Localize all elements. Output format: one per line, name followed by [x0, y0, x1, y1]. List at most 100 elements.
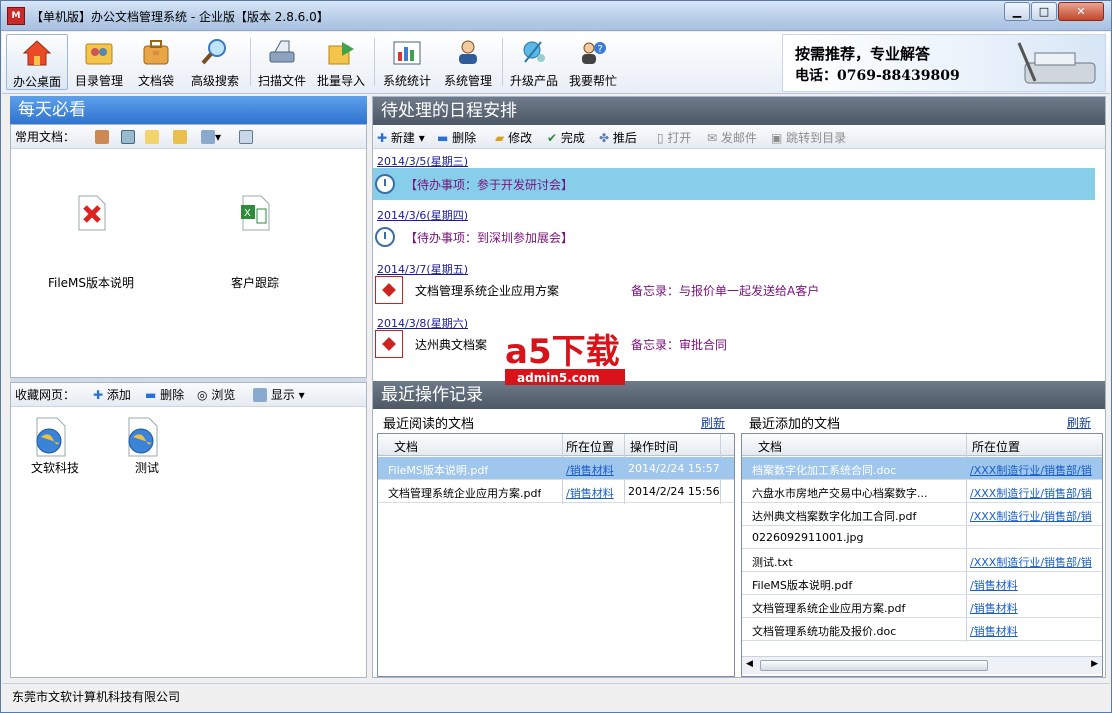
- toolbar-advanced-search-button[interactable]: 高级搜索: [184, 34, 246, 90]
- send-mail-button[interactable]: ✉ 发邮件: [707, 129, 757, 146]
- table-row[interactable]: 测试.txt/XXX制造行业/销售部/销: [742, 549, 1102, 572]
- globe-icon[interactable]: [125, 417, 161, 457]
- refresh-read-link[interactable]: 刷新: [701, 414, 725, 431]
- cell-location-link[interactable]: /销售材料: [970, 623, 1018, 639]
- list-view-icon[interactable]: [239, 125, 253, 149]
- watermark-brand: a5下载: [505, 332, 620, 372]
- delete-favorite-button[interactable]: ▬ 删除: [145, 383, 184, 407]
- jump-label: 跳转到目录: [786, 131, 847, 145]
- cell-doc: FileMS版本说明.pdf: [752, 579, 853, 592]
- toolbar-batch-import-button[interactable]: 批量导入: [312, 34, 370, 90]
- recent-added-title: 最近添加的文档: [749, 417, 841, 432]
- cell-location-link[interactable]: /XXX制造行业/销售部/销: [970, 508, 1092, 524]
- browse-favorite-button[interactable]: ◎ 浏览: [197, 383, 235, 407]
- import-icon: [328, 42, 354, 65]
- table-row[interactable]: 文档管理系统企业应用方案.pdf/销售材料: [742, 595, 1102, 618]
- cell-location-link[interactable]: /XXX制造行业/销售部/销: [970, 485, 1092, 501]
- scroll-left-icon[interactable]: ◀: [746, 659, 753, 669]
- favorite-caption[interactable]: 文软科技: [17, 459, 93, 476]
- schedule-title: 待处理的日程安排: [373, 97, 1105, 125]
- toolbar-upgrade-button[interactable]: 升级产品: [506, 34, 562, 90]
- cell-location-link[interactable]: /销售材料: [970, 600, 1018, 616]
- schedule-date[interactable]: 2014/3/5(星期三): [377, 153, 468, 169]
- common-docs-label: 常用文档：: [15, 130, 76, 144]
- app-logo-icon: M: [7, 7, 25, 25]
- refresh-added-link[interactable]: 刷新: [1067, 414, 1091, 431]
- view-dropdown-icon[interactable]: ▾: [201, 125, 221, 149]
- recent-title: 最近操作记录: [373, 381, 1105, 409]
- favorite-caption[interactable]: 测试: [109, 459, 185, 476]
- close-icon[interactable]: ✕: [1058, 2, 1104, 21]
- table-row[interactable]: FileMS版本说明.pdf /销售材料 2014/2/24 15:57: [378, 457, 734, 480]
- horizontal-scrollbar[interactable]: ◀ ▶: [742, 656, 1102, 674]
- cell-location-link[interactable]: /XXX制造行业/销售部/销: [970, 462, 1092, 478]
- watermark-site: admin5.com: [517, 371, 600, 385]
- company-name: 东莞市文软计算机科技有限公司: [12, 690, 181, 704]
- schedule-item[interactable]: 文档管理系统企业应用方案 备忘录：与报价单一起发送给A客户: [373, 274, 1095, 306]
- toolbar-help-button[interactable]: ? 我要帮忙: [564, 34, 622, 90]
- column-header[interactable]: 文档: [758, 438, 782, 455]
- toolbar-statistics-button[interactable]: 系统统计: [378, 34, 436, 90]
- postpone-button[interactable]: ✤ 推后: [599, 129, 637, 146]
- cell-time: 2014/2/24 15:57: [628, 462, 720, 475]
- column-header[interactable]: 文档: [394, 438, 418, 455]
- schedule-item[interactable]: 【待办事项：参于开发研讨会】: [373, 168, 1095, 200]
- excel-icon[interactable]: X: [241, 195, 271, 231]
- cell-location-link[interactable]: /销售材料: [566, 485, 614, 501]
- scroll-right-icon[interactable]: ▶: [1091, 659, 1098, 669]
- table-row[interactable]: 文档管理系统功能及报价.doc/销售材料: [742, 618, 1102, 641]
- table-row[interactable]: 达州典文档案数字化加工合同.pdf/XXX制造行业/销售部/销: [742, 503, 1102, 526]
- delete-button[interactable]: ▬ 删除: [437, 129, 476, 146]
- table-row[interactable]: 六盘水市房地产交易中心档案数字... /XXX制造行业/销售部/销: [742, 480, 1102, 503]
- column-header[interactable]: 所在位置: [566, 438, 614, 455]
- cell-location-link[interactable]: /销售材料: [970, 577, 1018, 593]
- store-icon[interactable]: [95, 125, 109, 149]
- minimize-icon[interactable]: ▁: [1004, 2, 1030, 21]
- column-header[interactable]: 操作时间: [630, 438, 678, 455]
- maximize-icon[interactable]: □: [1031, 2, 1057, 21]
- browse-label: 浏览: [211, 388, 236, 402]
- edit-button[interactable]: ▰ 修改: [495, 129, 532, 146]
- table-row[interactable]: 文档管理系统企业应用方案.pdf /销售材料 2014/2/24 15:56: [378, 480, 734, 503]
- pdf-icon[interactable]: [77, 195, 107, 231]
- find-doc-icon[interactable]: [121, 125, 135, 149]
- toolbar-directory-button[interactable]: 目录管理: [70, 34, 128, 90]
- toolbar-office-desktop-button[interactable]: 办公桌面: [6, 34, 68, 90]
- cell-location-link[interactable]: /XXX制造行业/销售部/销: [970, 554, 1092, 570]
- doc-caption[interactable]: 客户跟踪: [195, 274, 315, 291]
- toolbar-label: 目录管理: [74, 74, 123, 88]
- schedule-item[interactable]: 【待办事项：到深圳参加展会】: [373, 221, 1095, 253]
- new-button[interactable]: ✚ 新建 ▾: [377, 129, 425, 146]
- folder-refresh-icon[interactable]: [173, 125, 187, 149]
- done-button[interactable]: ✔ 完成: [547, 129, 585, 146]
- toolbar-doc-bag-button[interactable]: 文档袋: [130, 34, 182, 90]
- toolbar-scan-button[interactable]: 扫描文件: [254, 34, 310, 90]
- toolbar-label: 升级产品: [509, 74, 558, 88]
- new-label: 新建: [390, 131, 415, 145]
- schedule-item[interactable]: 达州典文档案 备忘录：审批合同: [373, 328, 1095, 360]
- send-mail-label: 发邮件: [720, 131, 757, 145]
- doc-caption[interactable]: FileMS版本说明: [31, 274, 151, 291]
- mail-icon[interactable]: [145, 125, 159, 149]
- jump-to-folder-button[interactable]: ▣ 跳转到目录: [771, 129, 846, 146]
- folder-users-icon: [85, 43, 113, 65]
- ad-banner[interactable]: 按需推荐，专业解答 电话：0769-88439809: [782, 34, 1106, 92]
- schedule-doc-title: 文档管理系统企业应用方案: [415, 284, 560, 298]
- clock-icon: [375, 174, 395, 194]
- toolbar-system-admin-button[interactable]: 系统管理: [438, 34, 498, 90]
- cell-location-link[interactable]: /销售材料: [566, 462, 614, 478]
- cell-doc: 档案数字化加工系统合同.doc: [752, 464, 897, 477]
- scrollbar-thumb[interactable]: [760, 660, 988, 671]
- table-row[interactable]: 0226092911001.jpg: [742, 526, 1102, 549]
- display-dropdown-button[interactable]: 显示 ▾: [253, 383, 305, 407]
- table-row[interactable]: FileMS版本说明.pdf/销售材料: [742, 572, 1102, 595]
- add-favorite-button[interactable]: ✚ 添加: [93, 383, 131, 407]
- column-header[interactable]: 所在位置: [972, 438, 1020, 455]
- banner-line-1: 按需推荐，专业解答: [795, 45, 931, 63]
- table-row[interactable]: 档案数字化加工系统合同.doc/XXX制造行业/销售部/销: [742, 457, 1102, 480]
- globe-icon[interactable]: [33, 417, 69, 457]
- open-button[interactable]: ▯ 打开: [657, 129, 691, 146]
- open-label: 打开: [667, 131, 692, 145]
- pdf-icon: [375, 276, 403, 304]
- edit-icon: ▰: [495, 131, 505, 145]
